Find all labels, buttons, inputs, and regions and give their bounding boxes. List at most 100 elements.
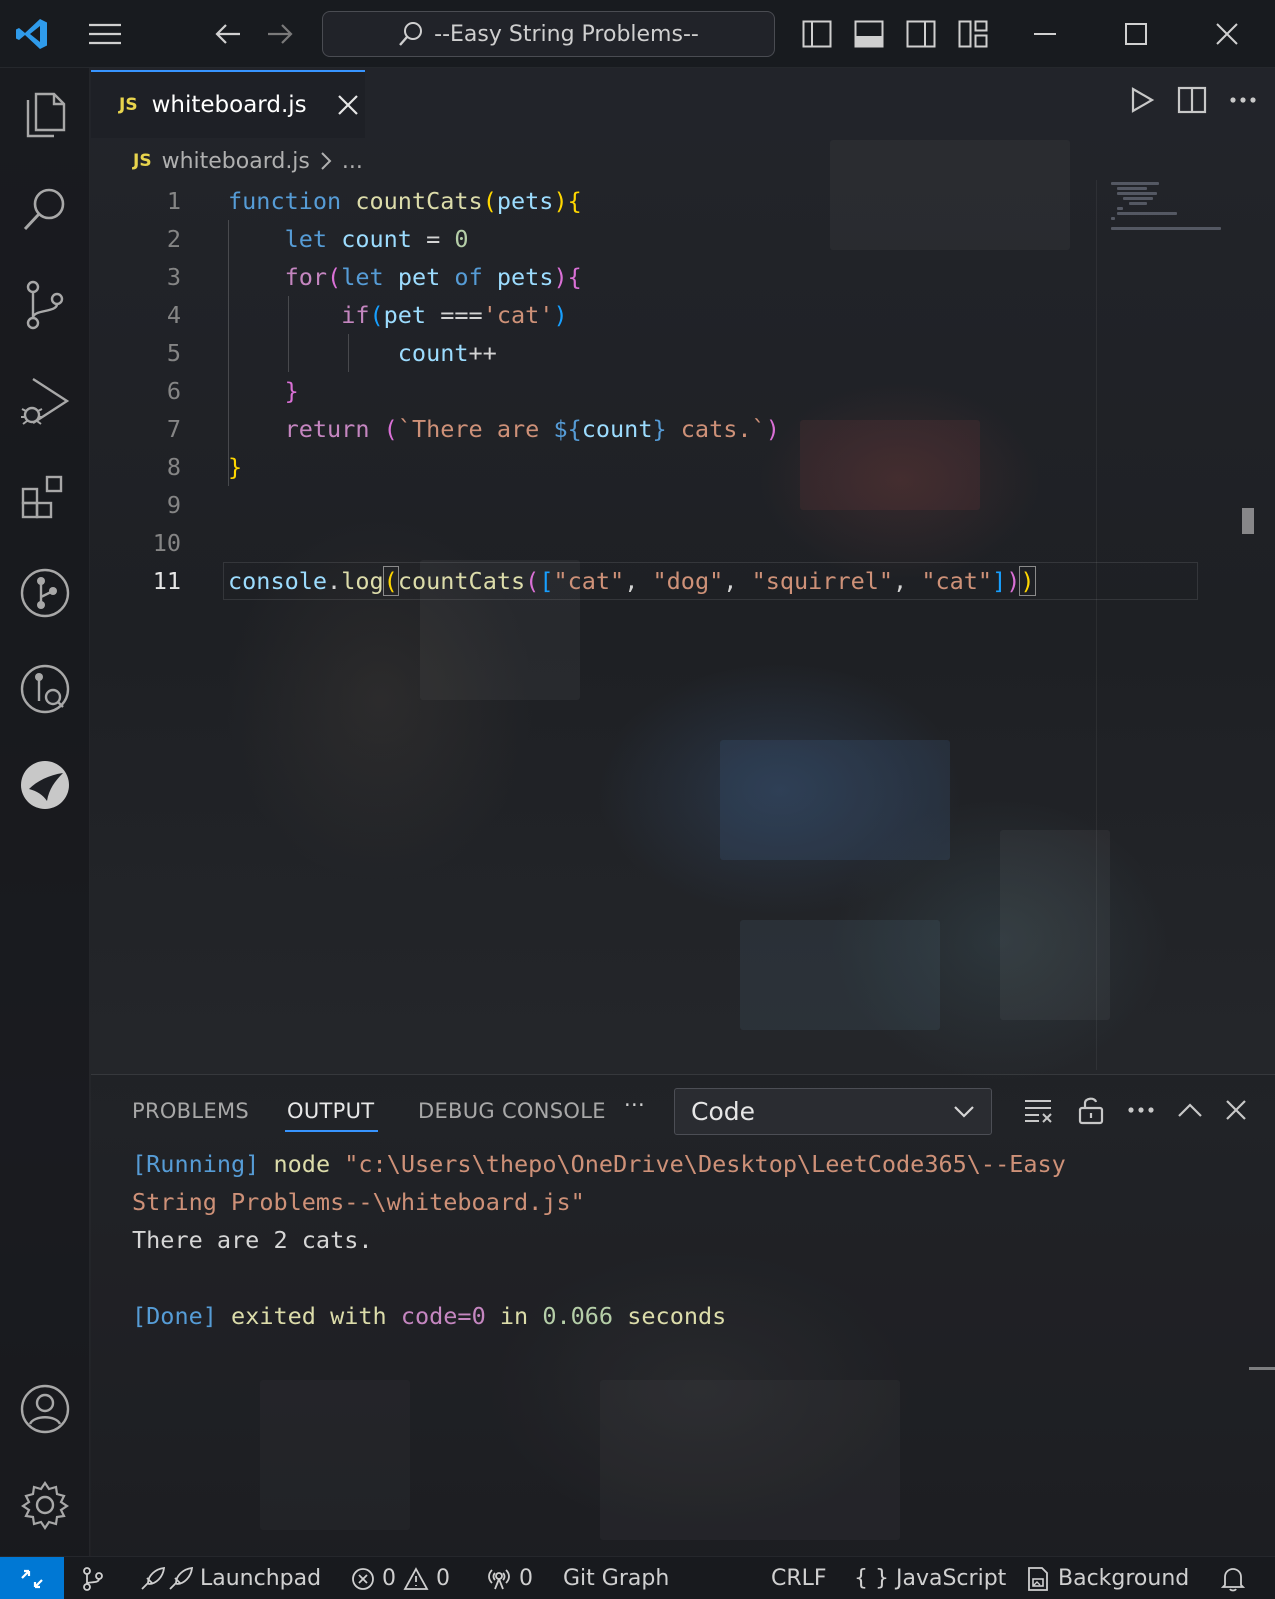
back-arrow-icon[interactable]: [208, 16, 248, 52]
output-line: [Done] exited with code=0 in 0.066 secon…: [132, 1302, 727, 1330]
run-and-debug-icon[interactable]: [0, 356, 90, 446]
editor-tabs: JS whiteboard.js: [91, 68, 1275, 138]
ports-status[interactable]: 0: [486, 1557, 533, 1599]
code-line-text: console.log(countCats(["cat", "dog", "sq…: [228, 566, 1036, 596]
code-line-text: let count = 0: [284, 225, 469, 253]
search-icon[interactable]: [0, 164, 90, 254]
output-log: [Running] node "c:\Users\thepo\OneDrive\…: [132, 1145, 1066, 1335]
javascript-file-icon: JS: [133, 151, 152, 171]
broadcast-icon: [488, 1568, 510, 1589]
search-icon: [399, 22, 423, 46]
tab-problems[interactable]: PROBLEMS: [132, 1099, 249, 1123]
code-line-current: 11 console.log(countCats(["cat", "dog", "…: [91, 562, 1198, 600]
code-line: 7 return (`There are ${count} cats.`): [91, 410, 1111, 448]
toggle-panel-icon[interactable]: [849, 16, 889, 52]
chevron-down-icon: [953, 1105, 975, 1119]
output-line: There are 2 cats.: [132, 1226, 373, 1254]
eol-status[interactable]: CRLF: [771, 1557, 827, 1599]
warning-count: 0: [436, 1566, 450, 1591]
scrollbar-thumb[interactable]: [1242, 508, 1254, 534]
maximize-window-icon[interactable]: [1113, 16, 1159, 52]
explorer-icon[interactable]: [0, 68, 90, 158]
maximize-panel-icon[interactable]: [1177, 1102, 1203, 1118]
extensions-icon[interactable]: [0, 452, 90, 542]
background-label: Background: [1058, 1566, 1190, 1591]
tab-output[interactable]: OUTPUT: [284, 1099, 379, 1132]
split-editor-icon[interactable]: [1177, 86, 1207, 114]
code-line-text: function countCats(pets){: [228, 187, 582, 215]
warning-icon: [403, 1566, 429, 1590]
lock-scroll-icon[interactable]: [1077, 1095, 1105, 1125]
run-code-icon[interactable]: [1129, 86, 1155, 114]
source-control-status[interactable]: [80, 1557, 106, 1599]
remote-icon: [21, 1569, 43, 1588]
toggle-secondary-sidebar-icon[interactable]: [901, 16, 941, 52]
language-label: JavaScript: [896, 1566, 1007, 1591]
ports-count: 0: [519, 1566, 533, 1591]
close-window-icon[interactable]: [1204, 16, 1250, 52]
panel-more-tabs[interactable]: ···: [624, 1093, 645, 1117]
launchpad-label: Launchpad: [200, 1566, 322, 1591]
menu-icon[interactable]: [84, 16, 126, 52]
background-status[interactable]: Background: [1025, 1557, 1189, 1599]
output-channel-select[interactable]: Code: [674, 1088, 992, 1135]
chevron-right-icon: [320, 151, 332, 171]
minimize-window-icon[interactable]: [1022, 16, 1068, 52]
forward-arrow-icon[interactable]: [260, 16, 300, 52]
breadcrumb[interactable]: JS whiteboard.js ...: [133, 146, 363, 176]
code-line: 2 let count = 0: [91, 220, 1111, 258]
tab-debug-console[interactable]: DEBUG CONSOLE: [418, 1099, 606, 1123]
tab-label: whiteboard.js: [151, 92, 307, 118]
gitlens-inspect-icon[interactable]: [0, 644, 90, 734]
output-channel-value: Code: [691, 1097, 756, 1126]
close-panel-icon[interactable]: [1225, 1099, 1247, 1121]
code-line-text: }: [284, 377, 299, 405]
git-graph-icon[interactable]: [0, 548, 90, 638]
title-bar: --Easy String Problems--: [0, 0, 1275, 68]
accounts-icon[interactable]: [0, 1364, 90, 1454]
braces-icon: { }: [854, 1566, 889, 1591]
git-branch-icon: [83, 1566, 103, 1591]
gitkraken-icon[interactable]: [0, 740, 90, 830]
git-graph-status[interactable]: Git Graph: [563, 1557, 669, 1599]
error-count: 0: [382, 1566, 396, 1591]
search-text: --Easy String Problems--: [434, 21, 699, 47]
minimap[interactable]: [1096, 180, 1254, 1070]
code-line: 9: [166, 491, 181, 519]
code-line-text: }: [228, 453, 243, 481]
settings-gear-icon[interactable]: [0, 1460, 90, 1550]
breadcrumb-file[interactable]: whiteboard.js: [162, 149, 310, 174]
activity-bar: [0, 68, 90, 1556]
code-line: 6 }: [91, 372, 1111, 410]
command-center-search[interactable]: --Easy String Problems--: [322, 11, 775, 57]
error-icon: [352, 1567, 374, 1590]
editor-group: JS whiteboard.js JS whiteboard.js ... 1f…: [91, 68, 1275, 1074]
code-line: 4 if(pet ==='cat'): [91, 296, 1111, 334]
close-tab-icon[interactable]: [337, 94, 359, 116]
code-line-text: if(pet ==='cat'): [341, 301, 568, 329]
panel-scrollbar-thumb[interactable]: [1249, 1367, 1275, 1370]
bottom-panel: PROBLEMS OUTPUT DEBUG CONSOLE ··· Code […: [91, 1074, 1275, 1556]
git-graph-label: Git Graph: [563, 1566, 670, 1591]
breadcrumb-more[interactable]: ...: [342, 149, 363, 174]
code-editor[interactable]: 1 function countCats(pets){ 2 let count =…: [91, 182, 1198, 600]
code-line-text: count++: [397, 339, 497, 367]
code-line: 10: [152, 529, 181, 557]
eol-label: CRLF: [771, 1566, 827, 1591]
notifications-status[interactable]: [1221, 1557, 1245, 1599]
vscode-logo-icon: [10, 14, 54, 54]
output-line: [Running] node "c:\Users\thepo\OneDrive\…: [132, 1150, 1066, 1178]
remote-indicator[interactable]: [0, 1557, 64, 1599]
more-actions-icon[interactable]: [1229, 96, 1257, 104]
panel-more-actions-icon[interactable]: [1127, 1106, 1155, 1114]
tab-whiteboard-js[interactable]: JS whiteboard.js: [91, 70, 365, 138]
code-line: 8}: [91, 448, 1111, 486]
clear-output-icon[interactable]: [1023, 1097, 1055, 1123]
customize-layout-icon[interactable]: [953, 16, 993, 52]
launchpad-status[interactable]: Launchpad: [139, 1557, 321, 1599]
problems-status[interactable]: 0 0: [351, 1557, 450, 1599]
toggle-primary-sidebar-icon[interactable]: [797, 16, 837, 52]
rocket-icon: [141, 1566, 193, 1590]
language-mode-status[interactable]: { } JavaScript: [854, 1557, 1006, 1599]
source-control-icon[interactable]: [0, 260, 90, 350]
